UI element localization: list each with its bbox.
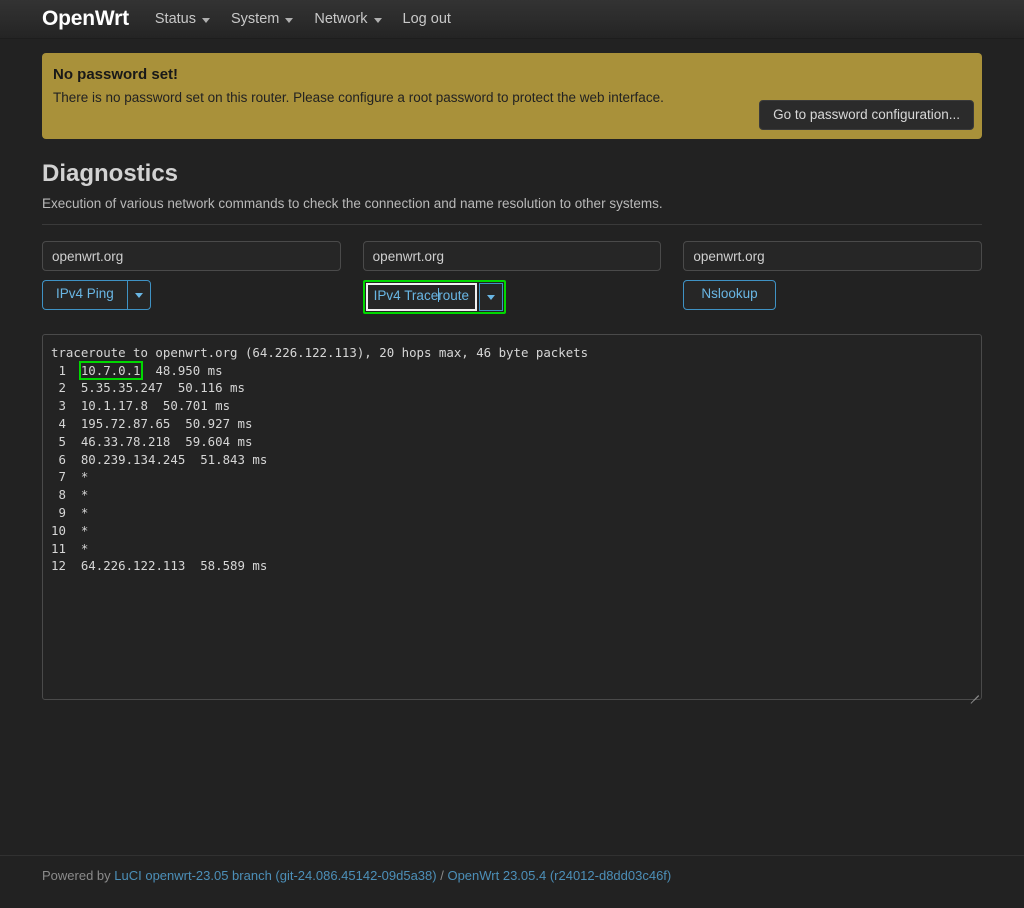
nslookup-host-input[interactable] <box>683 241 983 271</box>
traceroute-label-part-2: route <box>438 288 469 303</box>
nav-item-status[interactable]: Status <box>155 11 210 27</box>
luci-version-link[interactable]: LuCI openwrt-23.05 branch (git-24.086.45… <box>114 868 436 883</box>
nav-item-network[interactable]: Network <box>314 11 382 27</box>
nslookup-button-row: Nslookup <box>683 280 982 310</box>
traceroute-dropdown-toggle[interactable] <box>478 283 503 311</box>
traceroute-button-row: IPv4 Traceroute <box>362 280 662 314</box>
page-title: Diagnostics <box>42 160 179 187</box>
nslookup-button[interactable]: Nslookup <box>683 280 776 310</box>
chevron-down-icon <box>373 17 382 23</box>
nav-item-status-label: Status <box>154 11 196 27</box>
nav-item-system[interactable]: System <box>231 11 294 27</box>
chevron-down-icon <box>285 17 294 23</box>
brand-logo[interactable]: OpenWrt <box>42 8 129 31</box>
chevron-down-icon <box>202 17 210 23</box>
highlighted-hop-address: 10.7.0.1 <box>78 360 143 380</box>
chevron-down-icon <box>486 295 495 301</box>
diagnostic-column-ping: IPv4 Ping <box>42 241 341 314</box>
page-content: No password set! There is no password se… <box>0 53 1024 704</box>
openwrt-version-link[interactable]: OpenWrt 23.05.4 (r24012-d8dd03c46f) <box>447 868 671 883</box>
footer-separator: / <box>436 868 448 883</box>
footer-prefix: Powered by <box>42 868 115 883</box>
ping-dropdown-toggle[interactable] <box>126 280 151 310</box>
go-to-password-configuration-button[interactable]: Go to password configuration... <box>759 100 974 130</box>
chevron-down-icon <box>134 293 143 299</box>
traceroute-label-part-1: IPv4 Trace <box>373 288 439 303</box>
section-divider <box>42 224 982 225</box>
diagnostic-column-nslookup: Nslookup <box>683 241 983 314</box>
ping-host-input[interactable] <box>42 241 341 271</box>
traceroute-output[interactable]: traceroute to openwrt.org (64.226.122.11… <box>42 333 982 700</box>
diagnostics-controls: IPv4 Ping IPv4 Traceroute <box>42 241 983 314</box>
nav-item-system-label: System <box>231 11 280 27</box>
nav-item-network-label: Network <box>314 11 368 27</box>
nav-item-logout[interactable]: Log out <box>403 11 451 27</box>
diagnostic-column-traceroute: IPv4 Traceroute <box>362 241 662 314</box>
page-footer: Powered by LuCI openwrt-23.05 branch (gi… <box>0 868 1024 883</box>
ipv4-ping-button[interactable]: IPv4 Ping <box>42 280 127 310</box>
command-output-wrapper: traceroute to openwrt.org (64.226.122.11… <box>42 333 982 704</box>
nav-item-logout-label: Log out <box>402 11 451 27</box>
top-navbar: OpenWrt Status System Network Log out <box>0 0 1024 39</box>
page-subtitle: Execution of various network commands to… <box>42 196 663 211</box>
no-password-warning-banner: No password set! There is no password se… <box>42 53 982 139</box>
ping-button-row: IPv4 Ping <box>42 280 341 310</box>
traceroute-host-input[interactable] <box>362 241 662 271</box>
warning-title: No password set! <box>53 66 179 83</box>
traceroute-focus-highlight: IPv4 Traceroute <box>362 280 506 314</box>
ping-button-group: IPv4 Ping <box>42 280 151 310</box>
ipv4-traceroute-button[interactable]: IPv4 Traceroute <box>365 283 477 311</box>
footer-divider <box>0 855 1024 856</box>
